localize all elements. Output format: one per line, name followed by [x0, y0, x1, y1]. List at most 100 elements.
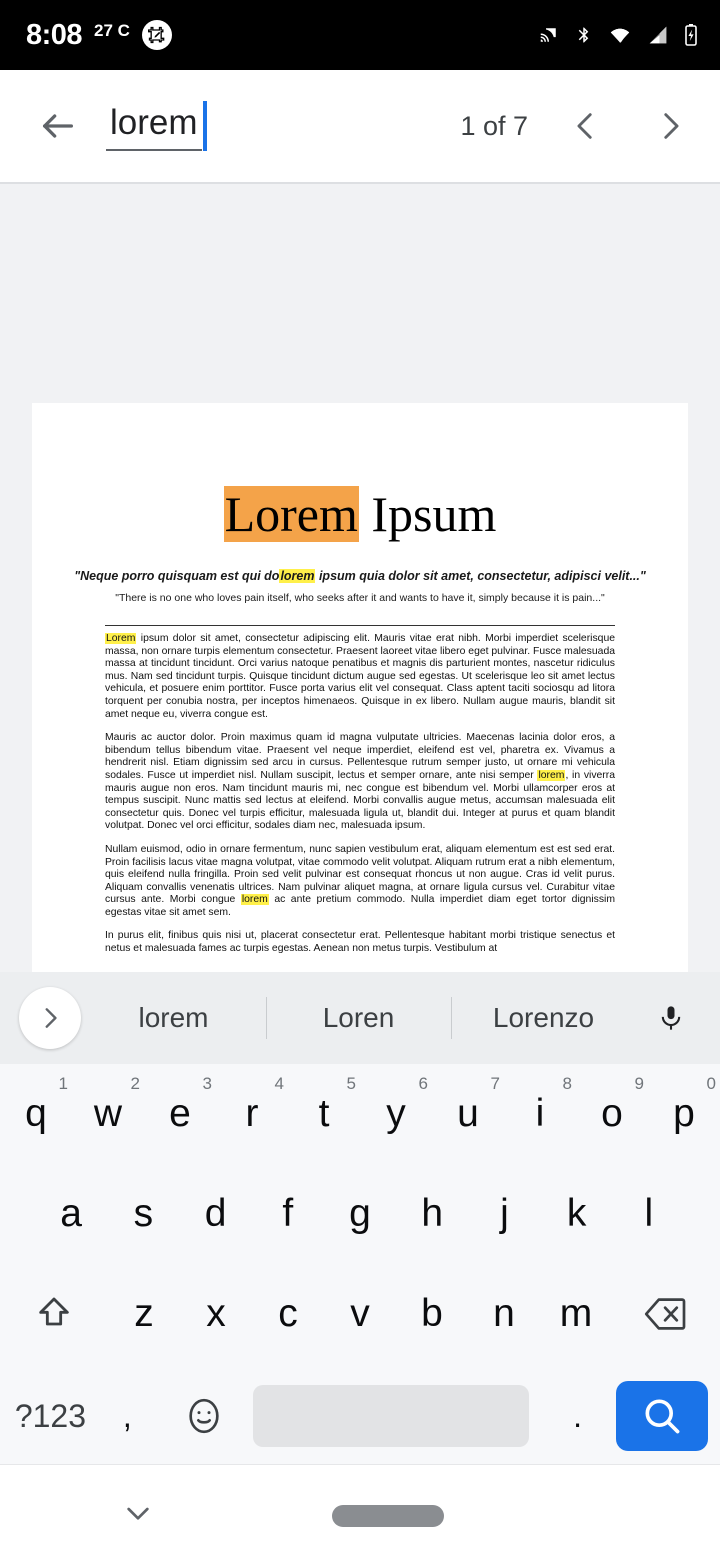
document-title-rest: Ipsum — [358, 486, 497, 542]
space-key[interactable] — [252, 1385, 530, 1447]
key-n[interactable]: n — [468, 1264, 540, 1364]
document-page[interactable]: Lorem Ipsum "Neque porro quisquam est qu… — [32, 403, 688, 972]
home-gesture-pill[interactable] — [332, 1505, 444, 1527]
backspace-key[interactable] — [612, 1264, 720, 1364]
key-w[interactable]: 2w — [72, 1064, 144, 1164]
status-bar: 8:08 27 C — [0, 0, 720, 70]
search-icon — [645, 1399, 680, 1434]
period-key[interactable]: . — [539, 1366, 616, 1466]
chevron-right-icon — [664, 113, 679, 139]
key-u-label: u — [457, 1092, 479, 1135]
key-i[interactable]: 8i — [504, 1064, 576, 1164]
search-app-bar: lorem 1 of 7 — [0, 70, 720, 182]
comma-key[interactable]: , — [89, 1366, 166, 1466]
key-a[interactable]: a — [35, 1164, 107, 1264]
key-o-number: 9 — [634, 1074, 644, 1093]
key-y[interactable]: 6y — [360, 1064, 432, 1164]
suggestion-strip: lorem Loren Lorenzo — [0, 972, 720, 1064]
key-s[interactable]: s — [107, 1164, 179, 1264]
system-navigation-bar — [0, 1464, 720, 1560]
back-button[interactable] — [30, 98, 86, 154]
quote-latin-post: ipsum quia dolor sit amet, consectetur, … — [315, 569, 646, 583]
shift-key[interactable] — [0, 1264, 108, 1364]
key-r[interactable]: 4r — [216, 1064, 288, 1164]
key-o[interactable]: 9o — [576, 1064, 648, 1164]
match-highlight: lorem — [279, 569, 316, 583]
symbols-key[interactable]: ?123 — [12, 1366, 89, 1466]
document-viewer[interactable]: Lorem Ipsum "Neque porro quisquam est qu… — [0, 182, 720, 972]
on-screen-keyboard: lorem Loren Lorenzo 1q 2w 3e 4r 5t 6y 7u… — [0, 972, 720, 1464]
key-l[interactable]: l — [613, 1164, 685, 1264]
match-highlight: Lorem — [105, 633, 137, 644]
document-quote-english: "There is no one who loves pain itself, … — [115, 592, 605, 604]
wifi-icon — [608, 25, 632, 45]
status-bar-left: 8:08 27 C — [0, 19, 172, 52]
search-input-wrapper[interactable]: lorem — [106, 101, 207, 151]
key-i-number: 8 — [562, 1074, 572, 1093]
key-c[interactable]: c — [252, 1264, 324, 1364]
key-t[interactable]: 5t — [288, 1064, 360, 1164]
key-x[interactable]: x — [180, 1264, 252, 1364]
screenshot-edit-icon[interactable] — [141, 20, 172, 50]
paragraph-4: In purus elit, finibus quis nisi ut, pla… — [105, 930, 615, 955]
key-h[interactable]: h — [396, 1164, 468, 1264]
key-g[interactable]: g — [324, 1164, 396, 1264]
key-q-label: q — [25, 1092, 47, 1135]
key-f[interactable]: f — [252, 1164, 324, 1264]
chevron-down-icon — [127, 1507, 149, 1520]
match-highlight: lorem — [537, 769, 566, 781]
key-e-number: 3 — [202, 1074, 212, 1093]
voice-input-button[interactable] — [636, 1000, 706, 1036]
next-match-button[interactable] — [642, 98, 698, 154]
key-q[interactable]: 1q — [0, 1064, 72, 1164]
key-w-label: w — [93, 1092, 123, 1135]
cast-icon — [538, 26, 560, 44]
backspace-icon — [644, 1298, 686, 1330]
key-j[interactable]: j — [468, 1164, 540, 1264]
key-v[interactable]: v — [324, 1264, 396, 1364]
document-quote-latin: "Neque porro quisquam est qui dolorem ip… — [32, 569, 688, 583]
document-body: Lorem ipsum dolor sit amet, consectetur … — [105, 633, 615, 956]
key-m[interactable]: m — [540, 1264, 612, 1364]
key-y-number: 6 — [418, 1074, 428, 1093]
key-r-label: r — [245, 1092, 259, 1135]
key-y-label: y — [386, 1092, 406, 1135]
key-d[interactable]: d — [179, 1164, 251, 1264]
key-z[interactable]: z — [108, 1264, 180, 1364]
shift-icon — [39, 1297, 69, 1326]
paragraph-4-pre: In purus elit, finibus quis nisi ut, pla… — [105, 930, 615, 955]
key-k[interactable]: k — [541, 1164, 613, 1264]
emoji-key[interactable] — [166, 1366, 243, 1466]
suggestion-2[interactable]: Lorenzo — [451, 972, 636, 1064]
keyboard-row-1: 1q 2w 3e 4r 5t 6y 7u 8i 9o 0p — [0, 1064, 720, 1164]
key-p[interactable]: 0p — [648, 1064, 720, 1164]
suggestion-items: lorem Loren Lorenzo — [81, 972, 636, 1064]
key-e[interactable]: 3e — [144, 1064, 216, 1164]
key-e-label: e — [169, 1092, 191, 1135]
search-input[interactable]: lorem — [106, 103, 202, 151]
key-u[interactable]: 7u — [432, 1064, 504, 1164]
emoji-smiley-icon — [189, 1398, 219, 1434]
paragraph-1: Lorem ipsum dolor sit amet, consectetur … — [105, 633, 615, 721]
search-enter-key-cell — [616, 1366, 708, 1466]
expand-suggestions-button[interactable] — [19, 987, 81, 1049]
key-o-label: o — [601, 1092, 623, 1135]
bluetooth-icon — [575, 23, 593, 47]
status-bar-right — [538, 23, 720, 47]
suggestion-1[interactable]: Loren — [266, 972, 451, 1064]
keyboard-row-2: a s d f g h j k l — [0, 1164, 720, 1264]
suggestion-0[interactable]: lorem — [81, 972, 266, 1064]
key-b[interactable]: b — [396, 1264, 468, 1364]
chevron-right-icon — [45, 1008, 57, 1028]
battery-charging-icon — [684, 23, 698, 47]
active-match-highlight: Lorem — [223, 486, 359, 542]
previous-match-button[interactable] — [558, 98, 614, 154]
hide-keyboard-button[interactable] — [114, 1497, 162, 1529]
quote-latin-pre: "Neque porro quisquam est qui do — [74, 569, 280, 583]
key-w-number: 2 — [130, 1074, 140, 1093]
viewer-divider — [0, 182, 720, 184]
phone-screen: 8:08 27 C lorem 1 of 7 Lorem Ipsum "Nequ… — [0, 0, 720, 1560]
document-horizontal-rule — [105, 625, 615, 626]
text-caret — [202, 101, 207, 151]
search-enter-key[interactable] — [616, 1381, 708, 1451]
